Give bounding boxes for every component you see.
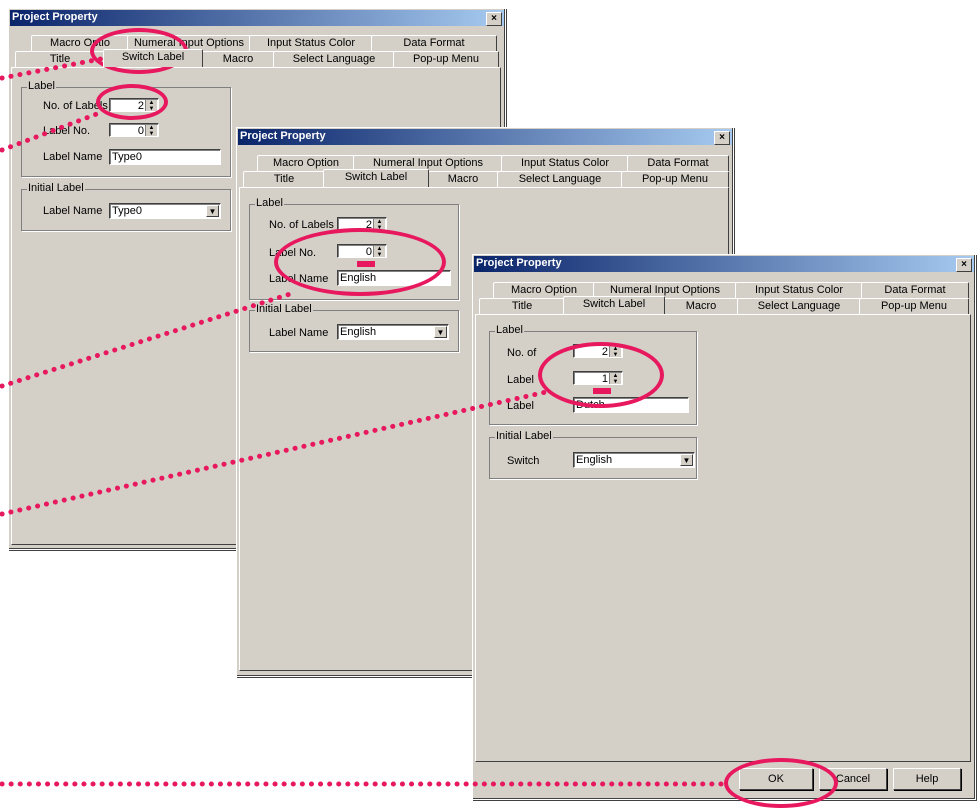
highlight-ring-ok-button: [724, 758, 838, 808]
highlight-ring-label-no: [538, 342, 664, 408]
callout-lines: [0, 53, 731, 787]
callout-line-label-no: [0, 389, 549, 517]
highlight-ring-no-of-labels: [96, 84, 168, 120]
tab-switch-label[interactable]: Switch Label: [563, 296, 665, 314]
callout-line-no-of-labels: [0, 109, 105, 153]
highlight-ring-label-name: [274, 228, 446, 296]
tab-switch-label[interactable]: Switch Label: [323, 169, 429, 187]
callout-line-label-name: [0, 291, 293, 389]
tab-switch-label[interactable]: Switch Label: [103, 49, 203, 67]
